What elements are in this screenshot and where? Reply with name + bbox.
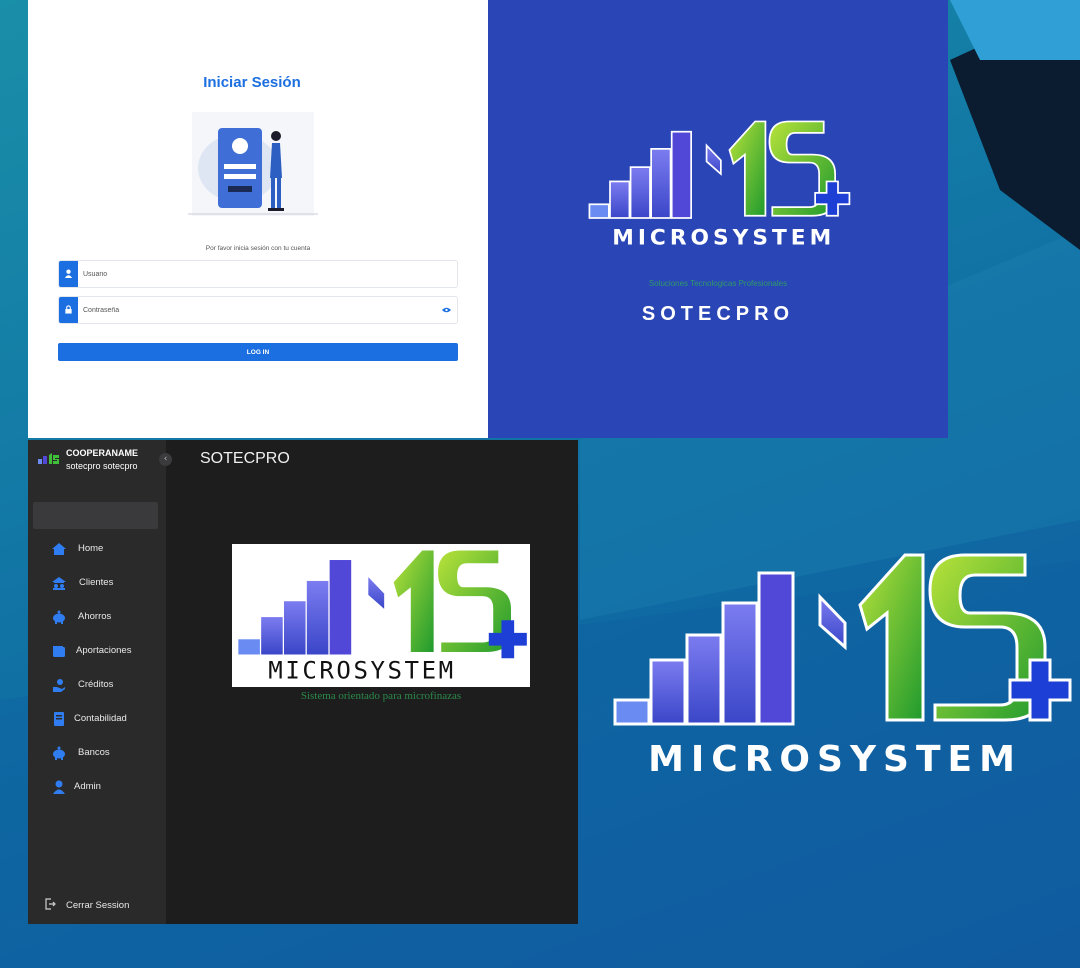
brand-tagline: Soluciones Tecnologicas Profesionales: [648, 279, 788, 288]
microsystem-logo-large: MICROSYSTEM: [613, 553, 1072, 780]
org-logo: [38, 453, 59, 464]
login-prompt: Por favor inicia sesión con tu cuenta: [205, 245, 311, 252]
piggy-bank-icon: [53, 610, 65, 624]
username-input[interactable]: [83, 261, 423, 287]
sidebar-item-label: Home: [78, 543, 104, 554]
password-input[interactable]: [83, 297, 423, 323]
username-field: [58, 260, 458, 288]
user-icon-box: [59, 261, 78, 287]
sidebar-item-label: Créditos: [78, 679, 114, 690]
page-title: SOTECPRO: [200, 450, 290, 467]
sidebar-item-clientes[interactable]: Clientes: [28, 570, 166, 596]
sidebar-item-label: Bancos: [78, 747, 110, 758]
password-field: [58, 296, 458, 324]
main-logo-text: MICROSYSTEM: [268, 657, 455, 685]
wallet-icon: [53, 646, 65, 657]
sidebar: COOPERANAME sotecpro sotecpro Home Clien…: [28, 440, 166, 924]
credit-icon: [53, 679, 65, 692]
sidebar-collapse-button[interactable]: ‹: [159, 453, 172, 466]
microsystem-logo: MICROSYSTEM: [238, 550, 527, 685]
sidebar-item-label: Contabilidad: [74, 713, 127, 724]
sidebar-item-contabilidad[interactable]: Contabilidad: [28, 706, 166, 732]
main-logo-card: MICROSYSTEM: [232, 544, 530, 687]
brand-splash-panel: MICROSYSTEM Soluciones Tecnologicas Prof…: [488, 0, 948, 438]
logout-label: Cerrar Session: [66, 900, 130, 911]
admin-icon: [53, 780, 65, 794]
eye-icon[interactable]: [442, 307, 451, 313]
org-user: sotecpro sotecpro: [66, 461, 138, 471]
brand-logo-text: MICROSYSTEM: [612, 225, 835, 250]
login-title: Iniciar Sesión: [203, 74, 301, 91]
microsystem-logo: MICROSYSTEM: [588, 120, 851, 250]
login-panel: Iniciar Sesión Por favor inicia sesión c…: [28, 0, 488, 438]
lock-icon: [65, 305, 72, 314]
sidebar-item-label: Admin: [74, 781, 101, 792]
login-illustration: [188, 112, 318, 216]
sidebar-item-ahorros[interactable]: Ahorros: [28, 604, 166, 630]
big-logo-text: MICROSYSTEM: [648, 739, 1022, 780]
home-icon: [52, 543, 66, 555]
login-button[interactable]: LOG IN: [58, 343, 458, 361]
main-logo-subtitle: Sistema orientado para microfinazas: [300, 690, 462, 702]
sidebar-item-aportaciones[interactable]: Aportaciones: [28, 638, 166, 664]
logout-icon: [45, 898, 56, 910]
sidebar-item-bancos[interactable]: Bancos: [28, 740, 166, 766]
sidebar-search-input[interactable]: [33, 502, 158, 529]
sidebar-item-home[interactable]: Home: [28, 536, 166, 562]
lock-icon-box: [59, 297, 78, 323]
org-name: COOPERANAME: [66, 448, 139, 458]
sidebar-item-label: Ahorros: [78, 611, 112, 622]
sidebar-item-admin[interactable]: Admin: [28, 774, 166, 800]
user-icon: [64, 269, 73, 278]
sidebar-item-creditos[interactable]: Créditos: [28, 672, 166, 698]
logout-button[interactable]: Cerrar Session: [28, 895, 166, 917]
app-window: COOPERANAME sotecpro sotecpro Home Clien…: [28, 440, 578, 924]
sidebar-item-label: Aportaciones: [76, 645, 132, 656]
clients-icon: [52, 577, 66, 590]
brand-name: SOTECPRO: [641, 303, 795, 325]
ledger-icon: [54, 712, 64, 726]
sidebar-item-label: Clientes: [79, 577, 114, 588]
bank-icon: [53, 746, 65, 760]
